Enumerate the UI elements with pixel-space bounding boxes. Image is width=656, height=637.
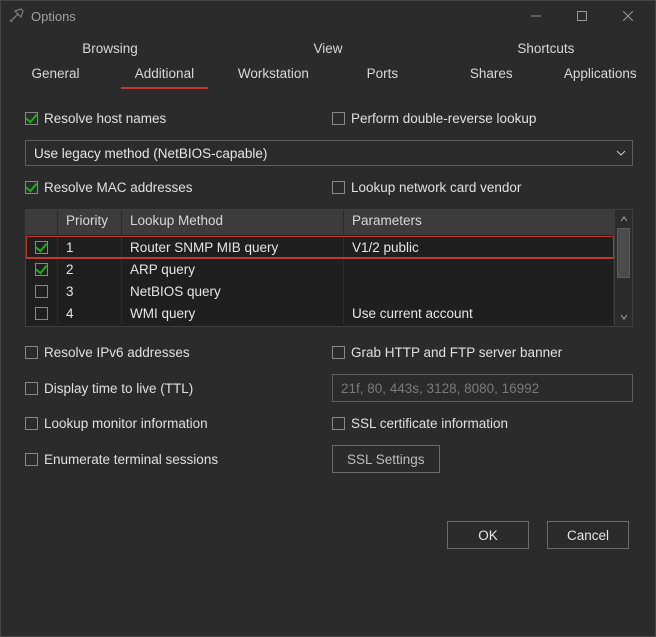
method-select[interactable]: Use legacy method (NetBIOS-capable) [25, 140, 633, 166]
lookup-monitor-checkbox[interactable] [25, 417, 38, 430]
row3-params [344, 280, 614, 302]
lookup-methods-table: Priority Lookup Method Parameters 1 Rout… [25, 209, 633, 327]
row3-checkbox[interactable] [35, 285, 48, 298]
lookup-vendor-checkbox[interactable] [332, 181, 345, 194]
tab-general[interactable]: General [1, 62, 110, 87]
minimize-button[interactable] [513, 1, 559, 31]
table-row[interactable]: 1 Router SNMP MIB query V1/2 public [26, 236, 614, 258]
chevron-up-icon [620, 215, 628, 223]
row3-priority: 3 [58, 280, 122, 302]
ports-placeholder: 21f, 80, 443s, 3128, 8080, 16992 [341, 381, 539, 396]
app-icon [9, 8, 25, 24]
tab-shares[interactable]: Shares [437, 62, 546, 87]
title-bar: Options [1, 1, 655, 31]
th-method[interactable]: Lookup Method [122, 210, 344, 235]
tab-shortcuts[interactable]: Shortcuts [437, 37, 655, 62]
row1-priority: 1 [58, 236, 122, 258]
table-row[interactable]: 2 ARP query [26, 258, 614, 280]
row1-method: Router SNMP MIB query [122, 236, 344, 258]
double-reverse-checkbox[interactable] [332, 112, 345, 125]
resolve-mac-label: Resolve MAC addresses [44, 180, 193, 195]
chevron-down-icon [620, 313, 628, 321]
row3-method: NetBIOS query [122, 280, 344, 302]
grab-banner-checkbox[interactable] [332, 346, 345, 359]
resolve-mac-checkbox[interactable] [25, 181, 38, 194]
grab-banner-label: Grab HTTP and FTP server banner [351, 345, 562, 360]
scroll-up-button[interactable] [615, 210, 632, 228]
window-title: Options [31, 9, 513, 24]
method-select-value: Use legacy method (NetBIOS-capable) [34, 146, 267, 161]
tab-additional[interactable]: Additional [110, 62, 219, 87]
tab-view[interactable]: View [219, 37, 437, 62]
row4-params: Use current account [344, 302, 614, 324]
resolve-host-names-label: Resolve host names [44, 111, 166, 126]
row4-method: WMI query [122, 302, 344, 324]
tab-applications[interactable]: Applications [546, 62, 655, 87]
close-icon [623, 11, 633, 21]
ssl-settings-button[interactable]: SSL Settings [332, 445, 440, 473]
th-priority[interactable]: Priority [58, 210, 122, 235]
table-header: Priority Lookup Method Parameters [26, 210, 632, 236]
table-scrollbar[interactable] [614, 210, 632, 326]
row2-checkbox[interactable] [35, 263, 48, 276]
resolve-host-names-checkbox[interactable] [25, 112, 38, 125]
scroll-thumb[interactable] [617, 228, 630, 278]
row1-params: V1/2 public [344, 236, 614, 258]
row1-checkbox[interactable] [35, 241, 48, 254]
cancel-button[interactable]: Cancel [547, 521, 629, 549]
dialog-footer: OK Cancel [1, 503, 655, 565]
scroll-down-button[interactable] [615, 308, 632, 326]
table-body: 1 Router SNMP MIB query V1/2 public 2 AR… [26, 236, 614, 326]
row4-checkbox[interactable] [35, 307, 48, 320]
enumerate-sessions-label: Enumerate terminal sessions [44, 452, 218, 467]
ssl-cert-checkbox[interactable] [332, 417, 345, 430]
tab-region: Browsing View Shortcuts General Addition… [1, 31, 655, 93]
ok-button[interactable]: OK [447, 521, 529, 549]
tab-ports[interactable]: Ports [328, 62, 437, 87]
display-ttl-label: Display time to live (TTL) [44, 381, 193, 396]
content-area: Resolve host names Perform double-revers… [1, 93, 655, 503]
table-row[interactable]: 3 NetBIOS query [26, 280, 614, 302]
row2-params [344, 258, 614, 280]
minimize-icon [531, 11, 541, 21]
lookup-vendor-label: Lookup network card vendor [351, 180, 521, 195]
resolve-ipv6-checkbox[interactable] [25, 346, 38, 359]
enumerate-sessions-checkbox[interactable] [25, 453, 38, 466]
maximize-icon [577, 11, 587, 21]
th-params[interactable]: Parameters [344, 210, 632, 235]
lookup-monitor-label: Lookup monitor information [44, 416, 208, 431]
table-row[interactable]: 4 WMI query Use current account [26, 302, 614, 324]
maximize-button[interactable] [559, 1, 605, 31]
row2-method: ARP query [122, 258, 344, 280]
double-reverse-label: Perform double-reverse lookup [351, 111, 536, 126]
row2-priority: 2 [58, 258, 122, 280]
ssl-cert-label: SSL certificate information [351, 416, 508, 431]
row4-priority: 4 [58, 302, 122, 324]
resolve-ipv6-label: Resolve IPv6 addresses [44, 345, 190, 360]
tab-workstation[interactable]: Workstation [219, 62, 328, 87]
ports-input[interactable]: 21f, 80, 443s, 3128, 8080, 16992 [332, 374, 633, 402]
chevron-down-icon [616, 148, 626, 158]
close-button[interactable] [605, 1, 651, 31]
tab-browsing[interactable]: Browsing [1, 37, 219, 62]
display-ttl-checkbox[interactable] [25, 382, 38, 395]
